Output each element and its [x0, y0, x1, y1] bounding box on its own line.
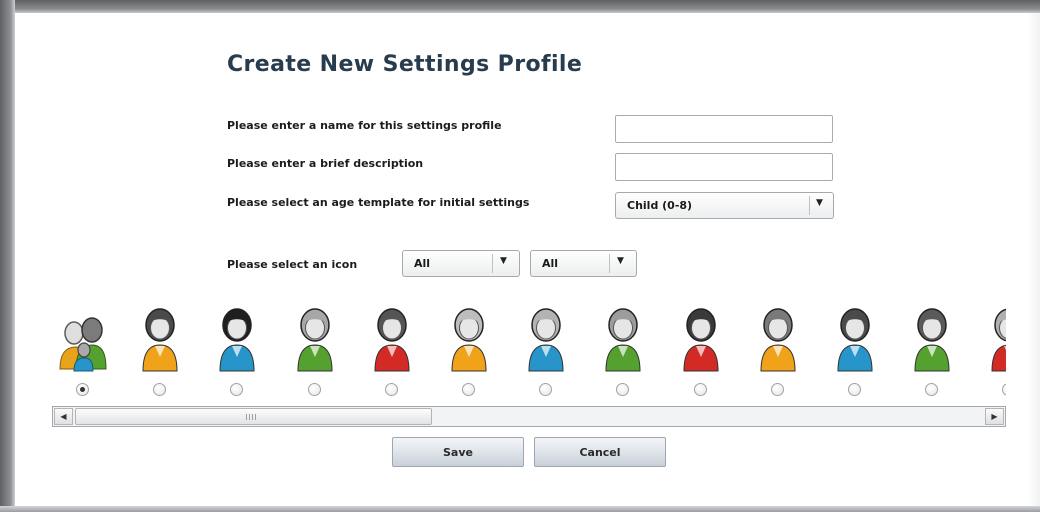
- icon-radio[interactable]: [307, 383, 321, 396]
- icon-filter-dropdown-2[interactable]: All ▼: [530, 250, 637, 277]
- icon-radio[interactable]: [76, 383, 89, 396]
- woman-curly-orange-icon[interactable]: [135, 303, 185, 373]
- age-template-label: Please select an age template for initia…: [227, 196, 530, 209]
- dropdown-divider: [492, 254, 493, 273]
- age-template-dropdown[interactable]: Child (0-8) ▼: [615, 192, 834, 219]
- man-blue-icon[interactable]: [830, 303, 880, 373]
- save-button[interactable]: Save: [392, 437, 524, 467]
- scroll-left-icon[interactable]: ◀: [54, 408, 73, 425]
- woman-dark-blue-icon[interactable]: [212, 303, 262, 373]
- woman-red-icon[interactable]: [367, 303, 417, 373]
- boy-green-icon[interactable]: [907, 303, 957, 373]
- icon-radio[interactable]: [925, 383, 939, 396]
- page-title: Create New Settings Profile: [227, 52, 583, 77]
- dialog-window: Create New Settings Profile Please enter…: [0, 0, 1040, 512]
- icon-select-label: Please select an icon: [227, 258, 358, 271]
- man-red-icon[interactable]: [676, 303, 726, 373]
- icon-picker-strip: [52, 295, 1006, 405]
- profile-name-label: Please enter a name for this settings pr…: [227, 119, 502, 132]
- chevron-down-icon: ▼: [816, 198, 823, 208]
- cancel-button[interactable]: Cancel: [534, 437, 666, 467]
- icon-filter-2-value: All: [542, 257, 559, 270]
- scroll-right-icon[interactable]: ▶: [985, 408, 1004, 425]
- girl-braids-blue-icon[interactable]: [521, 303, 571, 373]
- window-bottom-border: [0, 506, 1040, 512]
- window-left-border: [0, 0, 15, 512]
- woman-green-icon[interactable]: [290, 303, 340, 373]
- grip-icon: [246, 414, 258, 420]
- icon-radio[interactable]: [539, 383, 553, 396]
- icon-strip-scrollbar[interactable]: ◀ ▶: [52, 406, 1006, 427]
- icon-filter-dropdown-1[interactable]: All ▼: [402, 250, 520, 277]
- scrollbar-thumb[interactable]: [75, 408, 432, 425]
- icon-radio[interactable]: [693, 383, 707, 396]
- icon-radio[interactable]: [153, 383, 167, 396]
- icon-radio[interactable]: [770, 383, 784, 396]
- icon-radio[interactable]: [384, 383, 398, 396]
- icon-radio[interactable]: [230, 383, 244, 396]
- man-beard-orange-icon[interactable]: [753, 303, 803, 373]
- description-label: Please enter a brief description: [227, 157, 424, 170]
- window-top-border: [0, 0, 1040, 13]
- icon-radio[interactable]: [848, 383, 861, 396]
- dropdown-divider: [609, 254, 610, 273]
- dropdown-divider: [809, 196, 810, 215]
- description-input[interactable]: [615, 153, 833, 181]
- chevron-down-icon: ▼: [617, 256, 624, 266]
- icon-radio[interactable]: [616, 383, 630, 396]
- girl-braids-orange-icon[interactable]: [444, 303, 494, 373]
- man-red-partial-icon[interactable]: [984, 303, 1006, 373]
- man-green-icon[interactable]: [598, 303, 648, 373]
- chevron-down-icon: ▼: [500, 256, 507, 266]
- icon-filter-1-value: All: [414, 257, 431, 270]
- icon-radio[interactable]: [1002, 383, 1006, 396]
- icon-radio[interactable]: [462, 383, 475, 396]
- profile-name-input[interactable]: [615, 115, 833, 143]
- window-right-edge: [1028, 13, 1040, 506]
- age-template-value: Child (0-8): [627, 199, 693, 212]
- family-group-icon[interactable]: [58, 303, 108, 373]
